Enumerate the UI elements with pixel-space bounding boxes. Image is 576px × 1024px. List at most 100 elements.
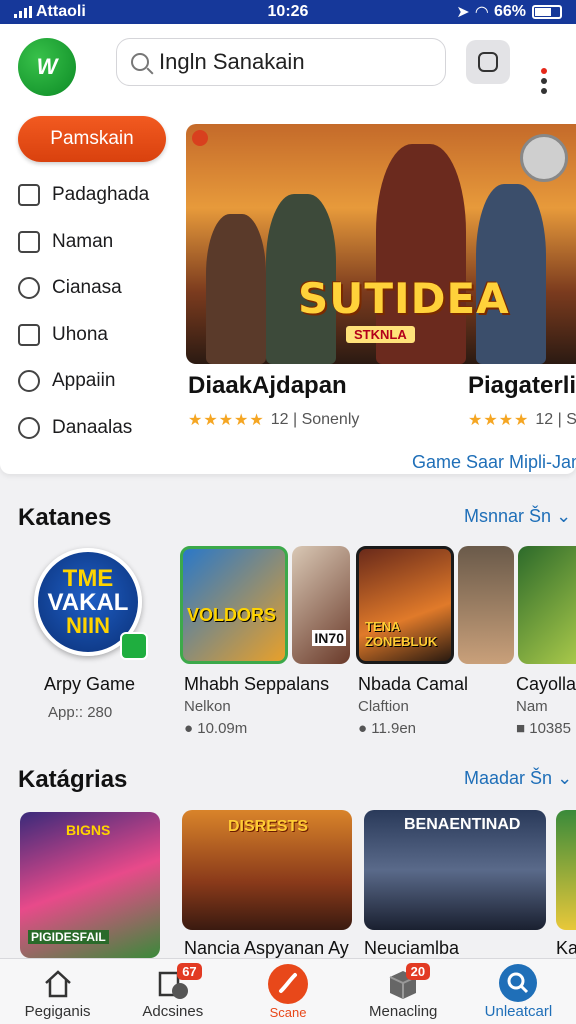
app-sub: App:: 280 — [48, 704, 113, 721]
sidebar-item-label: Cianasa — [52, 277, 122, 299]
section-more-link[interactable]: Maadar Šn ⌄ — [464, 768, 572, 789]
sidebar-item-2[interactable]: Naman — [18, 219, 178, 266]
top-panel: W Pamskain Padaghada Naman Cianasa Uhona… — [0, 24, 576, 474]
app-tile[interactable] — [458, 546, 514, 664]
sidebar-item-label: Danaalas — [52, 416, 133, 438]
location-icon: ➤ — [456, 4, 470, 21]
logo-text: TME — [62, 565, 114, 592]
category-tile[interactable]: DISRESTS — [182, 810, 352, 930]
featured-game-title[interactable]: Piagaterli — [468, 372, 576, 400]
sidebar-item-1[interactable]: Padaghada — [18, 172, 178, 219]
category-name[interactable]: Neuciamlba — [364, 938, 459, 959]
tile-art-text: TENA ZONEBLUK — [365, 619, 438, 649]
rating-text: 12 | S — [535, 411, 576, 428]
sidebar-item-label: Naman — [52, 230, 114, 252]
sidebar-item-6[interactable]: Danaalas — [18, 405, 178, 452]
battery-icon — [532, 5, 562, 19]
chat-icon — [18, 416, 40, 439]
notification-badge: 20 — [405, 963, 431, 980]
featured-hero-image[interactable]: SUTIDEA STKNLA — [186, 124, 576, 364]
nav-scane[interactable]: Scane — [230, 959, 345, 1024]
signal-icon — [14, 6, 32, 18]
nav-library[interactable]: 67 Adcsines — [115, 959, 230, 1024]
app-tile[interactable] — [518, 546, 576, 664]
tile-art-text: BIGNS — [66, 822, 111, 838]
category-name[interactable]: Ka — [556, 938, 576, 959]
tile-art-text: BENAENTINAD — [404, 816, 521, 833]
search-bar[interactable] — [116, 38, 446, 86]
logo-text: VAKAL — [47, 589, 129, 616]
battery-percent: 66% — [493, 3, 526, 20]
nav-search[interactable]: Unleatcarl — [461, 959, 576, 1024]
search-icon — [18, 370, 40, 393]
nav-label: Pegiganis — [24, 1003, 91, 1020]
primary-action-button[interactable]: Pamskain — [18, 116, 166, 162]
app-meta: ● 11.9en — [358, 720, 416, 737]
section-title: Katágrias — [18, 766, 128, 793]
tile-art-text: VOLDORS — [187, 605, 277, 625]
chevron-down-icon: ⌄ — [557, 768, 573, 788]
app-name[interactable]: Nbada Camal — [358, 674, 468, 695]
wifi-icon: ◠ — [475, 4, 488, 21]
rating-text: 12 | Sonenly — [270, 411, 360, 428]
category-tile[interactable]: BIGNS PIGIDESFAIL — [20, 812, 160, 958]
category-tile[interactable]: BENAENTINAD — [364, 810, 546, 930]
seal-icon — [520, 134, 568, 182]
sidebar-item-label: Uhona — [52, 323, 108, 345]
carrier-label: Attaoli — [36, 3, 86, 20]
status-left: Attaoli — [14, 3, 456, 21]
sidebar-item-5[interactable]: Appaiin — [18, 358, 178, 405]
corner-badge-icon — [192, 130, 208, 146]
app-meta: ● 10.09m — [184, 720, 248, 737]
edit-square-icon — [18, 184, 40, 207]
dot-square-icon — [18, 230, 40, 253]
section-title: Katanes — [18, 504, 112, 531]
tile-art-text: DISRESTS — [228, 818, 309, 835]
search-input[interactable] — [159, 49, 419, 75]
search-icon — [131, 53, 149, 71]
category-tile[interactable] — [556, 810, 576, 930]
app-tile[interactable]: IN70 — [292, 546, 350, 664]
tile-art-text: PIGIDESFAIL — [28, 930, 109, 944]
search-icon — [499, 964, 538, 1002]
hero-character — [206, 214, 266, 364]
app-name[interactable]: Mhabh Seppalans — [184, 674, 329, 695]
app-tile[interactable]: TENA ZONEBLUK — [356, 546, 454, 664]
tile-art-text: IN70 — [312, 630, 346, 646]
section-more-link[interactable]: Msnnar Šn ⌄ — [464, 506, 571, 527]
category-name[interactable]: Nancia Aspyanan Ay — [184, 938, 349, 959]
refresh-badge-icon — [120, 632, 148, 660]
app-logo[interactable]: W — [18, 38, 76, 96]
nav-label: Scane — [269, 1005, 307, 1020]
nav-home[interactable]: Pegiganis — [0, 959, 115, 1024]
sidebar-item-4[interactable]: Uhona — [18, 312, 178, 359]
nav-menacling[interactable]: 20 Menacling — [346, 959, 461, 1024]
scan-button[interactable] — [466, 40, 510, 84]
status-bar: Attaoli 10:26 ➤ ◠ 66% — [0, 0, 576, 24]
phone-icon — [268, 964, 308, 1004]
rating-stars: ★★★★ — [468, 412, 530, 429]
more-options-icon[interactable] — [538, 68, 550, 96]
sidebar-item-label: Padaghada — [52, 184, 150, 206]
hero-title: SUTIDEA — [298, 274, 510, 323]
featured-link[interactable]: Game Saar Mipli-Jam — [412, 452, 576, 473]
app-sub: Claftion — [358, 698, 409, 715]
app-name[interactable]: Arpy Game — [44, 674, 135, 695]
featured-game-title[interactable]: DiaakAjdapan — [188, 372, 347, 400]
hero-subtitle: STKNLA — [346, 326, 415, 343]
featured-game-rating: ★★★★ 12 | S — [468, 410, 576, 430]
sidebar-item-3[interactable]: Cianasa — [18, 265, 178, 312]
app-name[interactable]: Cayollar — [516, 674, 576, 695]
notification-badge: 67 — [177, 963, 202, 980]
app-sub: Nam — [516, 698, 548, 715]
chevron-down-icon: ⌄ — [556, 506, 572, 526]
scan-icon — [478, 52, 498, 72]
nav-label: Unleatcarl — [484, 1003, 553, 1020]
rating-stars: ★★★★★ — [188, 412, 265, 429]
nav-label: Menacling — [369, 1003, 438, 1020]
logo-text: NIIN — [66, 613, 110, 638]
pencil-circle-icon — [18, 277, 40, 300]
app-tile[interactable]: VOLDORS — [180, 546, 288, 664]
featured-game-rating: ★★★★★ 12 | Sonenly — [188, 410, 359, 430]
home-icon — [44, 970, 71, 998]
